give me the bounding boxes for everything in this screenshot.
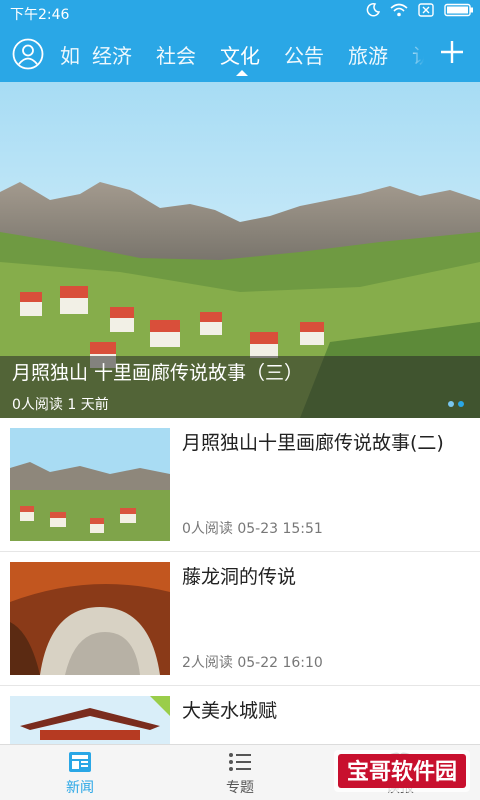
list-item[interactable]: 大美水城赋 [0, 686, 480, 744]
tab-news-label: 新闻 [66, 780, 94, 796]
list-item[interactable]: 藤龙洞的传说 2人阅读 05-22 16:10 [0, 552, 480, 686]
tab-partial-left[interactable]: 如 [60, 40, 80, 69]
watermark-logo: 宝哥软件园 [332, 748, 472, 794]
carousel-dot[interactable] [448, 401, 454, 407]
article-thumbnail [10, 428, 170, 541]
article-title: 大美水城赋 [182, 700, 278, 722]
tab-topics[interactable]: 专题 [160, 745, 320, 800]
watermark-text: 宝哥软件园 [347, 759, 457, 785]
hero-banner[interactable]: 月照独山 十里画廊传说故事（三） 0人阅读 1 天前 [0, 82, 480, 418]
article-meta: 0人阅读 05-23 15:51 [182, 521, 323, 537]
status-bar: 下午2:46 [0, 0, 480, 26]
newspaper-icon [69, 752, 91, 772]
category-tabs: 如 经济 社会 文化 公告 旅游 认 [56, 26, 424, 82]
list-item[interactable]: 月照独山十里画廊传说故事(二) 0人阅读 05-23 15:51 [0, 418, 480, 552]
tab-society[interactable]: 社会 [156, 40, 196, 69]
list-icon [229, 753, 251, 771]
tabs-fade [406, 26, 424, 82]
article-thumbnail [10, 562, 170, 675]
article-list: 月照独山十里画廊传说故事(二) 0人阅读 05-23 15:51 藤龙洞的传说 … [0, 418, 480, 744]
article-meta: 2人阅读 05-22 16:10 [182, 655, 323, 671]
active-tab-indicator [236, 70, 248, 76]
article-title: 藤龙洞的传说 [182, 566, 297, 588]
hero-meta: 0人阅读 1 天前 [12, 397, 109, 413]
status-time: 下午2:46 [10, 7, 70, 23]
battery-icon [444, 3, 473, 17]
status-icons [366, 3, 474, 17]
tab-notice[interactable]: 公告 [284, 40, 324, 69]
carousel-dot-active[interactable] [458, 401, 464, 407]
add-channel-icon[interactable] [438, 38, 466, 66]
hero-title: 月照独山 十里画廊传说故事（三） [12, 362, 304, 384]
tab-topics-label: 专题 [226, 780, 254, 796]
no-sim-icon [418, 3, 434, 17]
tab-economy[interactable]: 经济 [92, 40, 132, 69]
user-avatar-icon[interactable] [12, 38, 44, 70]
article-title: 月照独山十里画廊传说故事(二) [182, 432, 444, 454]
tab-culture[interactable]: 文化 [220, 40, 260, 69]
tab-news[interactable]: 新闻 [0, 745, 160, 800]
carousel-dots [448, 401, 464, 407]
wifi-icon [390, 3, 408, 17]
moon-icon [366, 3, 380, 17]
top-nav: 如 经济 社会 文化 公告 旅游 认 [0, 26, 480, 82]
article-thumbnail [10, 696, 170, 744]
tab-travel[interactable]: 旅游 [348, 40, 388, 69]
